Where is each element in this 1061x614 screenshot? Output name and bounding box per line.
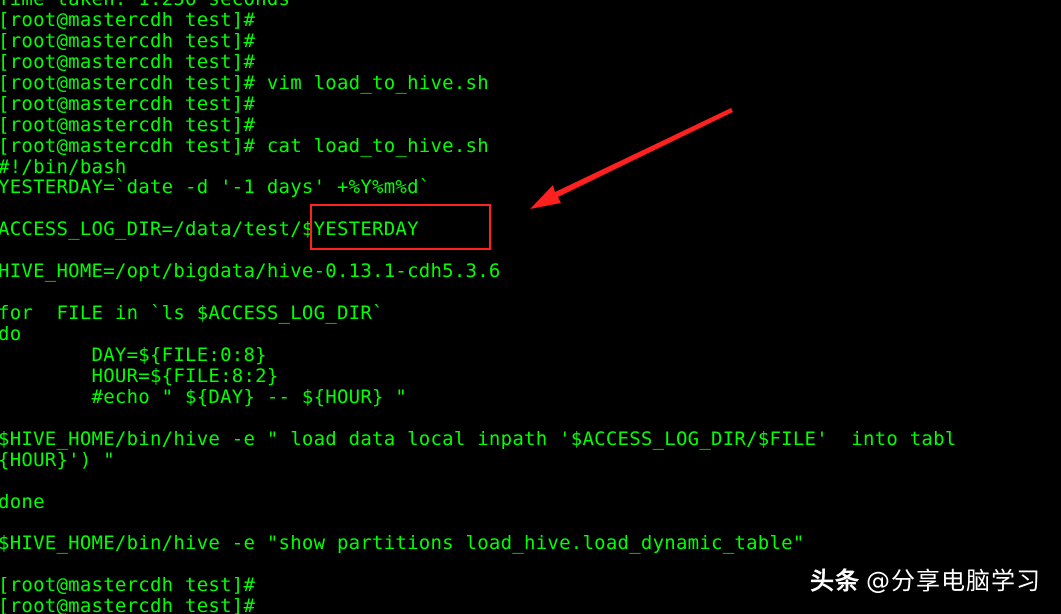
terminal-line: {HOUR}') " — [0, 448, 115, 471]
highlight-box — [310, 204, 491, 250]
terminal-line: HOUR=${FILE:8:2} — [0, 364, 279, 387]
terminal-line: [root@mastercdh test]# — [0, 29, 256, 52]
terminal-window[interactable]: Time taken: 1.256 seconds [root@mastercd… — [0, 0, 1061, 614]
terminal-line: [root@mastercdh test]# — [0, 113, 256, 136]
watermark: 头条 @分享电脑学习 — [810, 561, 1041, 596]
terminal-line: DAY=${FILE:0:8} — [0, 343, 267, 366]
watermark-handle: @分享电脑学习 — [866, 567, 1041, 595]
terminal-output: Time taken: 1.256 seconds [root@mastercd… — [0, 0, 957, 614]
terminal-line: [root@mastercdh test]# — [0, 595, 256, 614]
terminal-line: #!/bin/bash — [0, 155, 127, 178]
terminal-line: HIVE_HOME=/opt/bigdata/hive-0.13.1-cdh5.… — [0, 260, 501, 283]
terminal-line: [root@mastercdh test]# cat load_to_hive.… — [0, 134, 489, 157]
terminal-line: [root@mastercdh test]# — [0, 8, 256, 31]
terminal-line: [root@mastercdh test]# — [0, 50, 256, 73]
terminal-line: $HIVE_HOME/bin/hive -e "show partitions … — [0, 532, 805, 555]
watermark-brand: 头条 — [810, 567, 860, 595]
terminal-line: $HIVE_HOME/bin/hive -e " load data local… — [0, 427, 957, 450]
terminal-line: YESTERDAY=`date -d '-1 days' +%Y%m%d` — [0, 176, 431, 199]
terminal-line: [root@mastercdh test]# vim load_to_hive.… — [0, 71, 489, 94]
terminal-line: [root@mastercdh test]# — [0, 92, 256, 115]
terminal-line: for FILE in `ls $ACCESS_LOG_DIR` — [0, 302, 384, 325]
terminal-line: do — [0, 323, 22, 345]
terminal-line: #echo " ${DAY} -- ${HOUR} " — [0, 385, 408, 408]
terminal-line: done — [0, 490, 45, 513]
